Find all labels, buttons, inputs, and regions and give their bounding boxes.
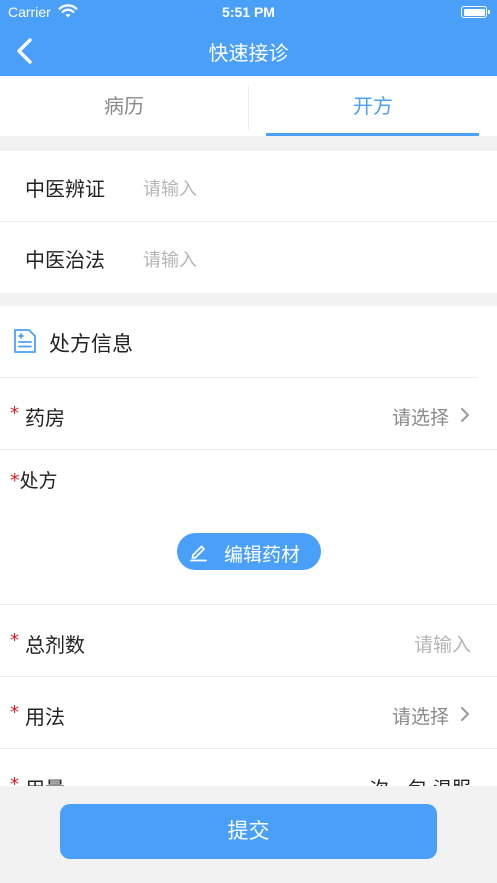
- prescription-label: *处方: [10, 466, 58, 493]
- status-bar: Carrier 5:51 PM: [0, 0, 497, 26]
- bottom-bar: 提交: [0, 786, 497, 883]
- submit-button[interactable]: 提交: [60, 804, 437, 859]
- tab-prescribe[interactable]: 开方: [249, 76, 497, 136]
- required-asterisk: *: [10, 470, 20, 492]
- total-doses-label: 总剂数: [25, 633, 85, 657]
- chevron-right-icon: [461, 408, 469, 422]
- nav-bar: Carrier 5:51 PM 快速接诊: [0, 0, 497, 76]
- tab-medical-record[interactable]: 病历: [0, 76, 248, 136]
- usage-label: 用法: [25, 705, 65, 729]
- usage-select[interactable]: 请选择: [392, 702, 449, 729]
- edit-herbs-button[interactable]: 编辑药材: [177, 533, 321, 570]
- total-doses-row[interactable]: * 总剂数 请输入: [0, 605, 497, 677]
- required-asterisk: *: [10, 630, 19, 651]
- edit-herbs-label: 编辑药材: [224, 544, 301, 566]
- pharmacy-row[interactable]: * 药房 请选择: [0, 378, 497, 450]
- required-asterisk: *: [10, 403, 19, 424]
- prescription-document-icon: [14, 329, 36, 353]
- active-tab-indicator: [266, 133, 479, 136]
- page-title: 快速接诊: [208, 41, 289, 65]
- divider: [0, 449, 497, 450]
- tcm-syndrome-row[interactable]: 中医辨证 请输入: [0, 151, 497, 221]
- pharmacy-select[interactable]: 请选择: [392, 403, 449, 430]
- pharmacy-label: 药房: [25, 406, 65, 430]
- total-doses-input[interactable]: 请输入: [414, 630, 471, 657]
- chevron-right-icon: [461, 707, 469, 721]
- battery-icon: [461, 6, 490, 18]
- required-asterisk: *: [10, 702, 19, 723]
- tcm-treatment-label: 中医治法: [25, 248, 105, 272]
- tcm-treatment-row[interactable]: 中医治法 请输入: [0, 222, 497, 292]
- prescription-section: 处方信息 * 药房 请选择 *处方 编辑药材 * 总剂数 请输入 * 用法 请选…: [0, 306, 497, 801]
- section-title: 处方信息: [49, 332, 133, 356]
- prescription-label-text: 处方: [19, 470, 58, 492]
- pencil-icon: [190, 545, 207, 562]
- tcm-syndrome-label: 中医辨证: [25, 177, 105, 201]
- status-time: 5:51 PM: [222, 4, 275, 20]
- usage-row[interactable]: * 用法 请选择: [0, 677, 497, 749]
- tcm-treatment-input[interactable]: 请输入: [143, 246, 197, 272]
- tcm-syndrome-input[interactable]: 请输入: [143, 175, 197, 201]
- tab-bar: 病历 开方: [0, 76, 497, 136]
- tcm-section: 中医辨证 请输入 中医治法 请输入: [0, 151, 497, 293]
